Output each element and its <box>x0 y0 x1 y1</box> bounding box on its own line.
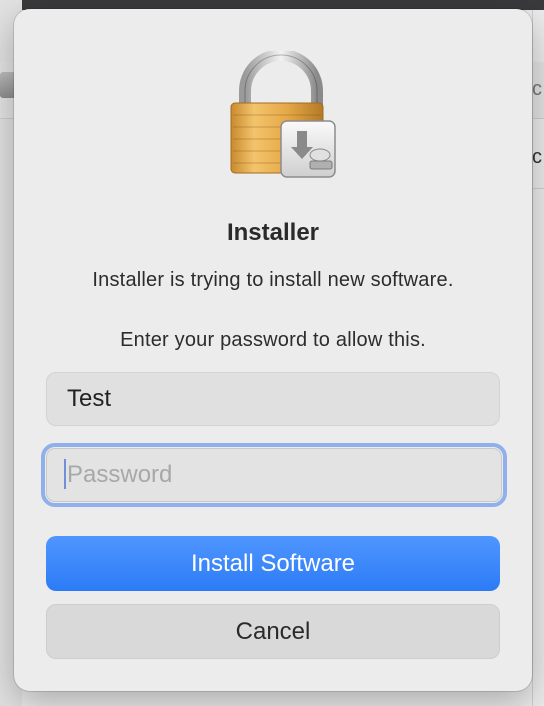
password-field[interactable] <box>46 448 502 502</box>
password-focus-ring <box>41 443 507 507</box>
install-software-button[interactable]: Install Software <box>46 536 500 591</box>
cancel-button[interactable]: Cancel <box>46 604 500 659</box>
username-field[interactable] <box>46 372 500 426</box>
dialog-message: Installer is trying to install new softw… <box>92 269 454 291</box>
background-text-fragment-bottom: c <box>532 146 542 168</box>
background-divider <box>532 10 533 706</box>
dialog-title: Installer <box>226 219 320 246</box>
background-text-fragment-top: c <box>532 78 542 100</box>
dialog-prompt: Enter your password to allow this. <box>120 329 426 351</box>
installer-auth-dialog: Installer Installer is trying to install… <box>14 9 532 691</box>
text-cursor <box>64 459 66 489</box>
lock-with-installer-icon <box>230 51 336 178</box>
background-row-separator <box>532 188 544 189</box>
